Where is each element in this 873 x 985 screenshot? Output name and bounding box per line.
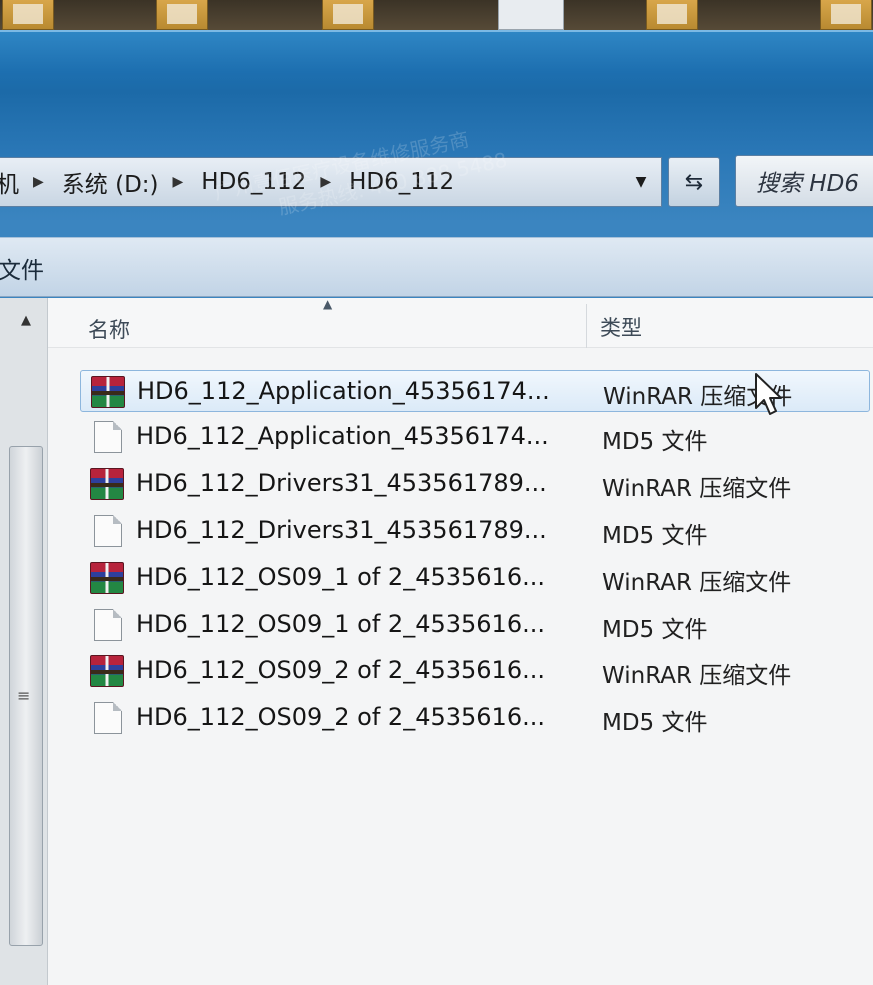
- file-type: MD5 文件: [602, 617, 708, 643]
- search-input[interactable]: 搜索 HD6: [735, 155, 873, 207]
- navigation-pane: ▲ ≡: [0, 298, 48, 985]
- file-row[interactable]: HD6_112_Drivers31_453561789... MD5 文件: [80, 510, 870, 552]
- file-name: HD6_112_OS09_2 of 2_4535616...: [136, 703, 545, 731]
- file-type: WinRAR 压缩文件: [602, 570, 792, 596]
- blank-file-icon: [94, 702, 122, 734]
- desktop-folder-icon[interactable]: [2, 0, 54, 30]
- desktop-folder-icon[interactable]: [820, 0, 872, 30]
- column-header-type[interactable]: 类型: [600, 312, 642, 342]
- file-name: HD6_112_Application_45356174...: [136, 422, 549, 450]
- file-type: MD5 文件: [602, 710, 708, 736]
- blank-file-icon: [94, 609, 122, 641]
- chevron-down-icon[interactable]: ▼: [629, 168, 653, 196]
- desktop-document-icon[interactable]: [498, 0, 564, 30]
- breadcrumb-separator-icon[interactable]: ▶: [33, 174, 44, 190]
- scrollbar-grip-icon: ≡: [17, 686, 31, 705]
- column-divider[interactable]: [586, 304, 587, 348]
- file-name: HD6_112_OS09_1 of 2_4535616...: [136, 610, 545, 638]
- refresh-button[interactable]: ⇆: [668, 157, 720, 207]
- file-name: HD6_112_Application_45356174...: [137, 377, 550, 405]
- file-name: HD6_112_OS09_2 of 2_4535616...: [136, 656, 545, 684]
- blank-file-icon: [94, 421, 122, 453]
- file-name: HD6_112_Drivers31_453561789...: [136, 516, 547, 544]
- file-name: HD6_112_Drivers31_453561789...: [136, 469, 547, 497]
- mouse-pointer-icon: [755, 373, 782, 415]
- search-placeholder: 搜索 HD6: [756, 171, 859, 197]
- winrar-archive-icon: [90, 655, 124, 687]
- desktop-background: [0, 0, 873, 34]
- file-row[interactable]: HD6_112_Drivers31_453561789... WinRAR 压缩…: [80, 463, 870, 505]
- winrar-archive-icon: [91, 376, 125, 408]
- file-row[interactable]: HD6_112_Application_45356174... WinRAR 压…: [80, 370, 870, 412]
- file-type: WinRAR 压缩文件: [602, 476, 792, 502]
- file-row[interactable]: HD6_112_Application_45356174... MD5 文件: [80, 416, 870, 458]
- column-header-row: ▲ 名称 类型: [48, 297, 873, 348]
- breadcrumb-item-computer[interactable]: 机: [0, 165, 19, 199]
- desktop-folder-icon[interactable]: [322, 0, 374, 30]
- toolbar: 文件: [0, 237, 873, 297]
- file-row[interactable]: HD6_112_OS09_2 of 2_4535616... MD5 文件: [80, 697, 870, 739]
- sort-ascending-icon: ▲: [323, 297, 333, 311]
- column-header-name[interactable]: 名称: [88, 314, 130, 344]
- desktop-folder-icon[interactable]: [646, 0, 698, 30]
- toolbar-file-menu[interactable]: 文件: [0, 251, 44, 285]
- blank-file-icon: [94, 515, 122, 547]
- scroll-up-arrow-icon[interactable]: ▲: [10, 304, 42, 336]
- file-row[interactable]: HD6_112_OS09_2 of 2_4535616... WinRAR 压缩…: [80, 650, 870, 692]
- file-type: MD5 文件: [602, 429, 708, 455]
- refresh-icon: ⇆: [684, 169, 704, 195]
- file-row[interactable]: HD6_112_OS09_1 of 2_4535616... MD5 文件: [80, 604, 870, 646]
- winrar-archive-icon: [90, 468, 124, 500]
- file-list: ▲ 名称 类型 HD6_112_Application_45356174... …: [48, 297, 873, 985]
- file-row[interactable]: HD6_112_OS09_1 of 2_4535616... WinRAR 压缩…: [80, 557, 870, 599]
- winrar-archive-icon: [90, 562, 124, 594]
- breadcrumb-item-drive[interactable]: 系统 (D:): [62, 165, 159, 199]
- file-name: HD6_112_OS09_1 of 2_4535616...: [136, 563, 545, 591]
- breadcrumb-separator-icon[interactable]: ▶: [173, 174, 184, 190]
- desktop-folder-icon[interactable]: [156, 0, 208, 30]
- file-type: WinRAR 压缩文件: [602, 663, 792, 689]
- file-type: MD5 文件: [602, 523, 708, 549]
